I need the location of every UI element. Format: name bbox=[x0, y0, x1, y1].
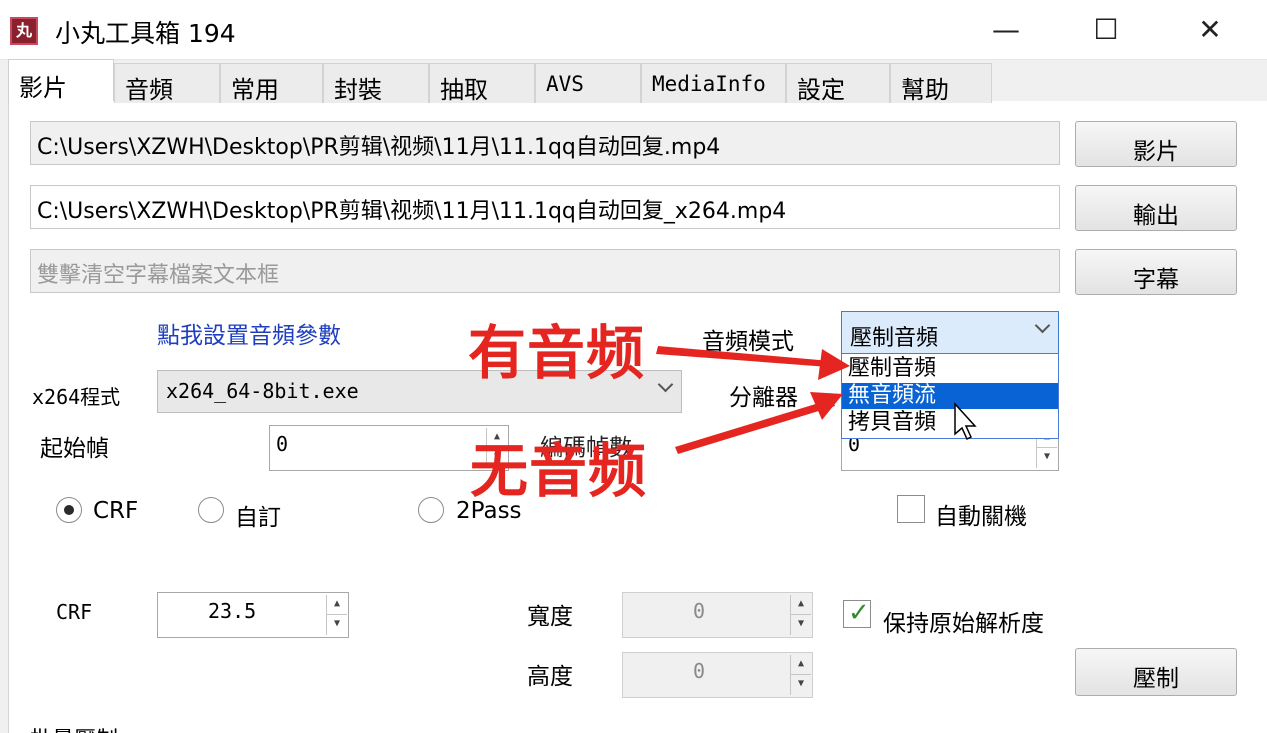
arrow-to-no-audio bbox=[675, 392, 843, 454]
annotation-arrows bbox=[656, 346, 850, 454]
arrow-to-encode-audio bbox=[656, 346, 850, 380]
